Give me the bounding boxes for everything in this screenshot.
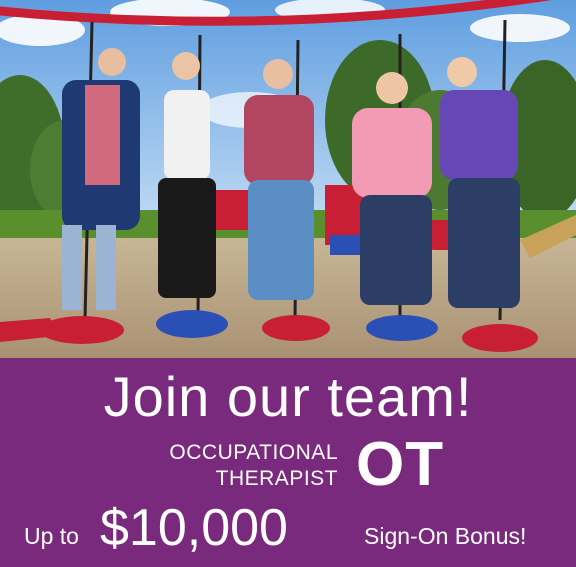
recruitment-banner: Join our team! OCCUPATIONAL THERAPIST OT… [0,358,576,567]
bonus-offer: Up to $10,000 Sign-On Bonus! [0,496,576,560]
position-title: OCCUPATIONAL THERAPIST [112,440,338,492]
position-line-2: THERAPIST [215,467,338,490]
position-abbreviation: OT [356,430,445,499]
job-ad: Join our team! OCCUPATIONAL THERAPIST OT… [0,0,576,567]
bonus-label: Sign-On Bonus! [364,523,527,549]
bonus-prefix: Up to [24,523,79,549]
team-photo [0,0,576,358]
bonus-amount: $10,000 [100,499,288,557]
headline: Join our team! [103,365,473,428]
position-line-1: OCCUPATIONAL [169,441,338,464]
